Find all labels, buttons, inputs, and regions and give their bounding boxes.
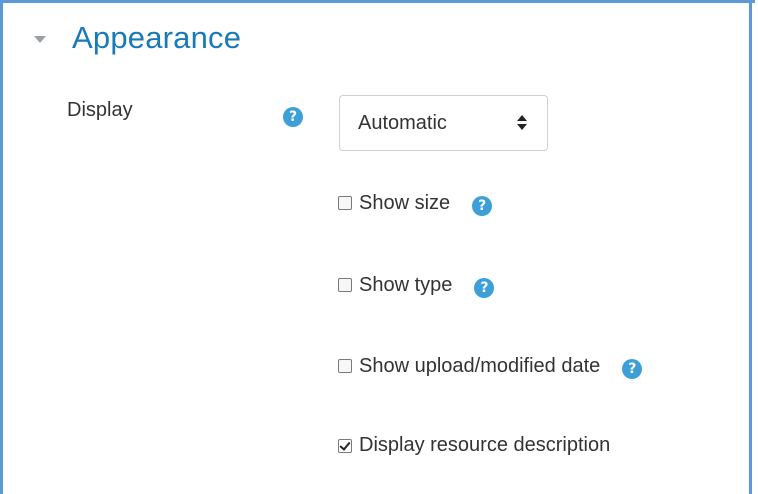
- show-date-help-icon[interactable]: ?: [622, 359, 643, 379]
- display-select-value: Automatic: [358, 112, 447, 134]
- display-description-option: Display resource description: [338, 434, 610, 457]
- show-date-option: Show upload/modified date ?: [338, 353, 643, 379]
- display-help-icon[interactable]: ?: [283, 107, 303, 127]
- show-type-option: Show type ?: [338, 272, 495, 298]
- show-type-checkbox[interactable]: [338, 278, 352, 292]
- display-description-checkbox[interactable]: [338, 438, 352, 453]
- show-size-help-icon[interactable]: ?: [472, 196, 493, 216]
- show-date-checkbox[interactable]: [338, 359, 352, 373]
- up-down-arrows-icon: [517, 114, 527, 132]
- caret-down-icon[interactable]: [34, 35, 46, 43]
- display-select[interactable]: Automatic: [339, 95, 548, 151]
- show-date-label[interactable]: Show upload/modified date: [359, 355, 600, 378]
- section-title: Appearance: [72, 20, 242, 55]
- panel-top-border: [3, 0, 755, 3]
- show-type-help-icon[interactable]: ?: [474, 278, 495, 298]
- show-size-checkbox[interactable]: [338, 196, 352, 210]
- form-section-panel: Appearance Display ? Automatic Show size…: [0, 0, 755, 494]
- show-size-label[interactable]: Show size: [359, 192, 450, 215]
- display-description-label[interactable]: Display resource description: [359, 434, 610, 457]
- display-label: Display: [67, 99, 133, 121]
- show-size-option: Show size ?: [338, 190, 493, 216]
- show-type-label[interactable]: Show type: [359, 274, 452, 297]
- appearance-section-header[interactable]: Appearance: [34, 20, 241, 56]
